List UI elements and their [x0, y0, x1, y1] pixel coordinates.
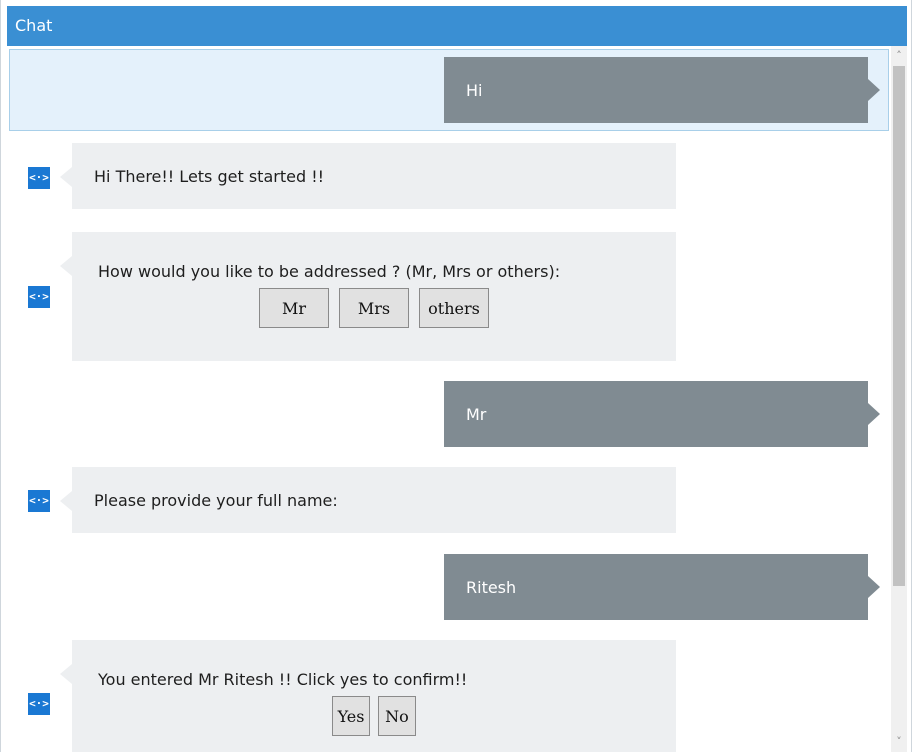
- bot-message: Hi There!! Lets get started !!: [60, 143, 676, 209]
- user-message-text: Mr: [466, 404, 487, 424]
- chat-window: Chat Hi <·> Hi There!! Lets get started …: [0, 0, 912, 752]
- choice-button-others[interactable]: others: [419, 288, 489, 328]
- bot-card: How would you like to be addressed ? (Mr…: [60, 232, 676, 361]
- user-message[interactable]: Hi: [444, 57, 880, 123]
- choice-button-yes[interactable]: Yes: [332, 696, 370, 736]
- choice-button-mrs[interactable]: Mrs: [339, 288, 409, 328]
- bot-message-text: Hi There!! Lets get started !!: [94, 166, 325, 186]
- scrollbar-thumb[interactable]: [893, 66, 905, 586]
- bot-message: Please provide your full name:: [60, 467, 676, 533]
- chevron-down-icon[interactable]: ˅: [891, 734, 907, 750]
- user-message-text: Hi: [466, 80, 483, 100]
- bot-avatar-icon: <·>: [28, 490, 50, 512]
- vertical-scrollbar[interactable]: ˄ ˅: [891, 46, 907, 752]
- user-message[interactable]: Ritesh: [444, 554, 880, 620]
- choice-button-row: Yes No: [72, 696, 676, 736]
- bot-avatar-icon: <·>: [28, 167, 50, 189]
- chat-header: Chat: [7, 6, 907, 46]
- chevron-up-icon[interactable]: ˄: [891, 48, 907, 64]
- choice-button-no[interactable]: No: [378, 696, 416, 736]
- choice-button-row: Mr Mrs others: [72, 288, 676, 328]
- user-message[interactable]: Mr: [444, 381, 880, 447]
- bot-card-text: You entered Mr Ritesh !! Click yes to co…: [98, 670, 468, 689]
- bot-card-text: How would you like to be addressed ? (Mr…: [98, 262, 561, 281]
- bot-message-text: Please provide your full name:: [94, 490, 338, 510]
- user-message-text: Ritesh: [466, 577, 517, 597]
- chat-transcript[interactable]: Hi <·> Hi There!! Lets get started !! <·…: [7, 46, 891, 752]
- chat-title: Chat: [15, 16, 53, 35]
- bot-avatar-icon: <·>: [28, 286, 50, 308]
- choice-button-mr[interactable]: Mr: [259, 288, 329, 328]
- bot-avatar-icon: <·>: [28, 693, 50, 715]
- bot-card: You entered Mr Ritesh !! Click yes to co…: [60, 640, 676, 752]
